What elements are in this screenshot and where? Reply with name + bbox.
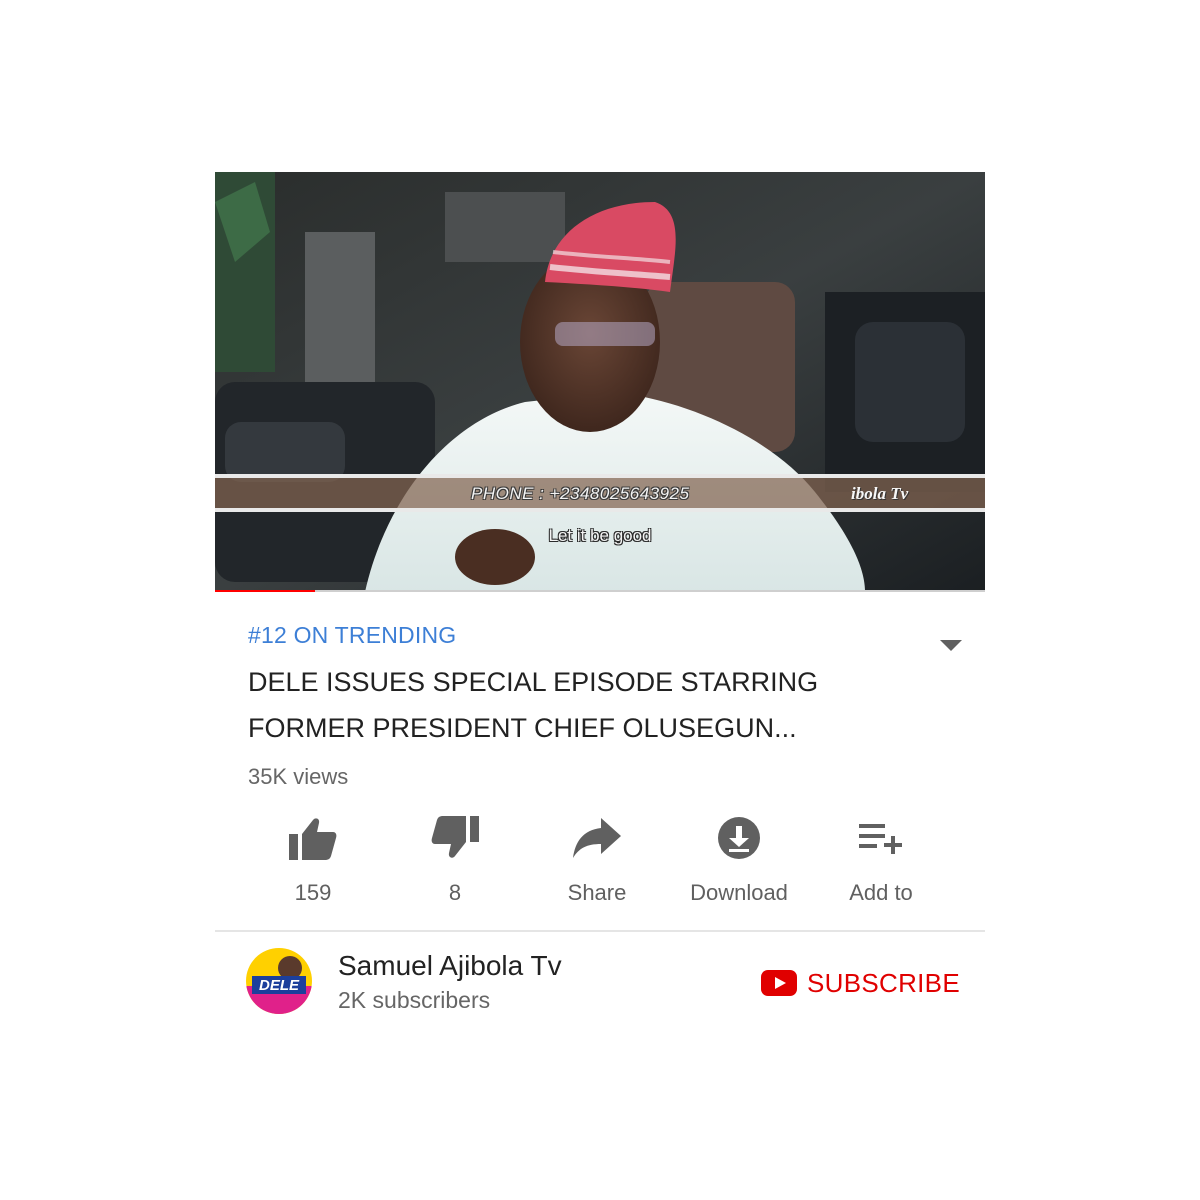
download-label: Download: [690, 880, 788, 905]
download-icon: [713, 814, 765, 862]
channel-avatar[interactable]: DELE: [246, 948, 312, 1014]
share-arrow-icon: [571, 814, 623, 862]
video-progress-bar[interactable]: [215, 590, 985, 592]
download-button[interactable]: Download: [669, 814, 809, 906]
trending-badge[interactable]: #12 ON TRENDING: [248, 622, 456, 649]
chevron-down-icon[interactable]: [937, 638, 965, 654]
video-player[interactable]: PHONE : +2348025643925 ibola Tv Let it b…: [215, 172, 985, 592]
video-title-line-1: DELE ISSUES SPECIAL EPISODE STARRING: [248, 667, 819, 697]
video-subtitle: Let it be good: [548, 526, 652, 545]
dislike-count: 8: [448, 880, 462, 905]
like-button[interactable]: 159: [243, 814, 383, 906]
view-count: 35K views: [248, 764, 349, 789]
action-bar: 159 8 Share Download Add to: [215, 814, 985, 906]
video-title: DELE ISSUES SPECIAL EPISODE STARRING FOR…: [248, 659, 888, 751]
divider: [215, 930, 985, 932]
thumbs-up-icon: [287, 814, 339, 862]
share-label: Share: [567, 880, 627, 905]
video-card: PHONE : +2348025643925 ibola Tv Let it b…: [215, 172, 985, 1032]
overlay-channel-watermark: ibola Tv: [851, 484, 909, 503]
subscriber-count: 2K subscribers: [338, 987, 491, 1013]
video-title-line-2: FORMER PRESIDENT CHIEF OLUSEGUN...: [248, 713, 797, 743]
thumbs-down-icon: [429, 814, 481, 862]
add-to-button[interactable]: Add to: [811, 814, 951, 906]
youtube-logo-icon: [761, 970, 797, 996]
dislike-button[interactable]: 8: [385, 814, 525, 906]
like-count: 159: [294, 880, 332, 905]
subscribe-button[interactable]: SUBSCRIBE: [761, 966, 960, 1000]
video-lower-third-banner: PHONE : +2348025643925 ibola Tv: [215, 474, 985, 512]
subscribe-label: SUBSCRIBE: [807, 967, 960, 998]
add-to-label: Add to: [849, 880, 913, 905]
playlist-add-icon: [855, 814, 907, 862]
channel-name[interactable]: Samuel Ajibola Tv: [338, 950, 562, 982]
avatar-logo-text: DELE: [259, 977, 300, 994]
video-progress-fill: [215, 590, 316, 592]
share-button[interactable]: Share: [527, 814, 667, 906]
overlay-phone-number: PHONE : +2348025643925: [471, 484, 690, 503]
